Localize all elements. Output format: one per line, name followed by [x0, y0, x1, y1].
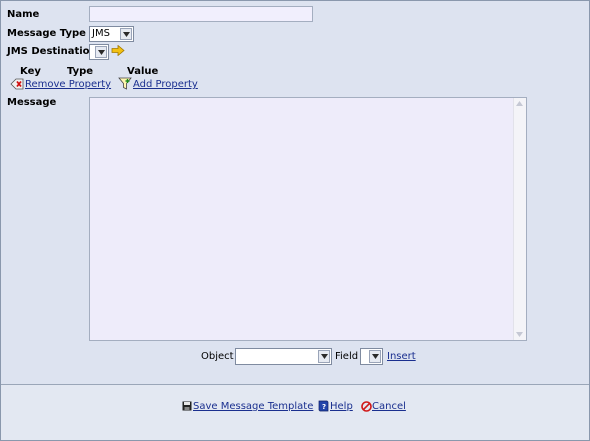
arrow-right-icon[interactable] — [111, 44, 125, 59]
chevron-down-icon[interactable] — [318, 350, 330, 363]
remove-property-link[interactable]: Remove Property — [25, 79, 111, 90]
jms-destination-label: JMS Destination — [7, 46, 97, 57]
help-book-icon[interactable]: ? — [317, 400, 329, 415]
column-key: Key — [20, 66, 41, 77]
add-property-link[interactable]: Add Property — [133, 79, 198, 90]
remove-property-icon[interactable] — [10, 78, 24, 93]
scroll-down-icon[interactable] — [516, 332, 523, 337]
add-property-icon[interactable] — [118, 77, 132, 93]
message-label: Message — [7, 97, 57, 108]
message-type-label: Message Type — [7, 28, 86, 39]
save-disk-icon[interactable] — [182, 401, 192, 414]
cancel-button[interactable]: Cancel — [372, 401, 406, 412]
column-value: Value — [127, 66, 159, 77]
object-label: Object — [201, 351, 234, 362]
message-type-select[interactable]: JMS — [89, 26, 134, 42]
field-select[interactable] — [360, 348, 383, 365]
jms-destination-select[interactable] — [89, 44, 109, 60]
message-type-value: JMS — [92, 28, 110, 39]
field-label: Field — [335, 351, 359, 362]
scroll-up-icon[interactable] — [516, 101, 523, 106]
column-type: Type — [67, 66, 94, 77]
cancel-circle-icon[interactable] — [361, 401, 372, 415]
insert-link[interactable]: Insert — [387, 351, 416, 362]
svg-text:?: ? — [322, 403, 326, 411]
chevron-down-icon[interactable] — [120, 28, 132, 40]
name-label: Name — [7, 9, 40, 20]
save-template-button[interactable]: Save Message Template — [193, 401, 313, 412]
footer-bar — [1, 385, 589, 440]
chevron-down-icon[interactable] — [369, 350, 381, 363]
message-scrollbar[interactable] — [513, 98, 526, 340]
chevron-down-icon[interactable] — [95, 46, 107, 58]
message-textarea[interactable] — [89, 97, 527, 341]
help-button[interactable]: Help — [330, 401, 353, 412]
name-field[interactable] — [89, 6, 313, 22]
object-select[interactable] — [235, 348, 332, 365]
